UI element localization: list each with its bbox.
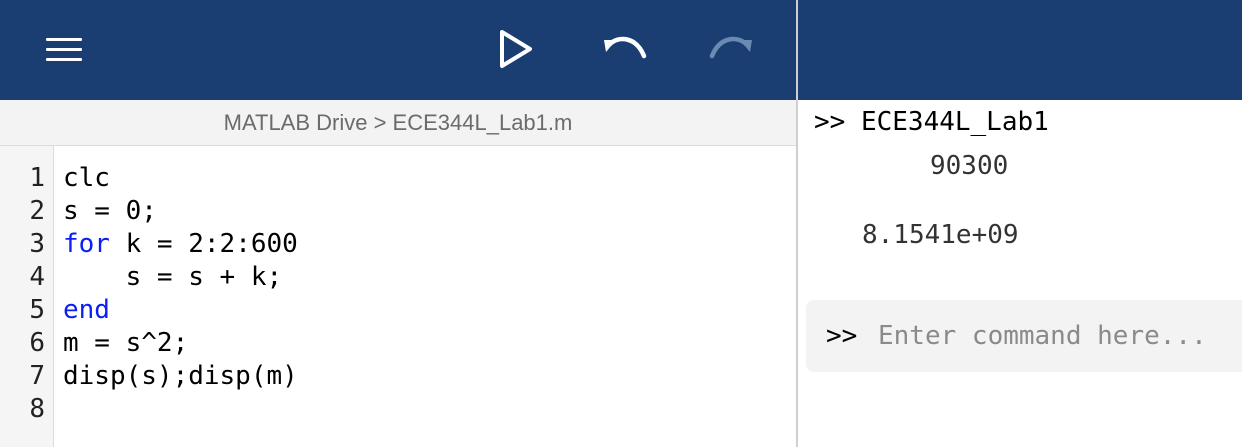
line-number: 7 (29, 361, 45, 391)
line-number: 8 (29, 394, 45, 424)
output-value: 8.1541e+09 (862, 220, 1019, 250)
line-number: 3 (29, 229, 45, 259)
code-line[interactable]: 2 s = 0; (0, 195, 796, 228)
line-number: 6 (29, 328, 45, 358)
code-text[interactable]: disp(s);disp(m) (63, 360, 298, 393)
code-text[interactable]: s = 0; (63, 195, 157, 228)
command-input[interactable] (878, 316, 1242, 356)
command-window: >> ECE344L_Lab1 90300 8.1541e+09 >> (798, 0, 1242, 447)
code-line[interactable]: 8 (0, 393, 796, 426)
keyword-end: end (63, 295, 110, 325)
code-line[interactable]: 4 s = s + k; (0, 261, 796, 294)
command-input-box[interactable]: >> (806, 300, 1242, 372)
command-prompt: >> (826, 321, 858, 351)
editor-pane: MATLAB Drive > ECE344L_Lab1.m 1 clc 2 s … (0, 0, 796, 447)
command-window-header (798, 0, 1242, 100)
executed-command: >> ECE344L_Lab1 (814, 107, 1049, 137)
code-text[interactable]: end (63, 294, 110, 327)
play-icon[interactable] (498, 29, 534, 69)
breadcrumb: MATLAB Drive > ECE344L_Lab1.m (0, 100, 796, 146)
code-text[interactable]: for k = 2:2:600 (63, 228, 298, 261)
code-text-rest: k = 2:2:600 (109, 229, 298, 259)
undo-icon[interactable] (602, 34, 648, 64)
editor-toolbar (0, 0, 796, 100)
keyword-for: for (63, 229, 110, 259)
code-text[interactable]: s = s + k; (63, 261, 283, 294)
code-line[interactable]: 1 clc (0, 162, 796, 195)
code-line[interactable]: 5 end (0, 294, 796, 327)
line-number: 1 (29, 163, 45, 193)
code-line[interactable]: 6 m = s^2; (0, 327, 796, 360)
code-editor[interactable]: 1 clc 2 s = 0; 3 for k = 2:2:600 4 s = s… (0, 146, 796, 447)
line-number: 2 (29, 196, 45, 226)
code-text[interactable]: m = s^2; (63, 327, 188, 360)
line-number: 4 (29, 262, 45, 292)
code-text[interactable]: clc (63, 162, 110, 195)
code-line[interactable]: 3 for k = 2:2:600 (0, 228, 796, 261)
redo-icon[interactable] (708, 34, 754, 64)
line-number: 5 (29, 295, 45, 325)
hamburger-menu-icon[interactable] (46, 36, 82, 62)
output-value: 90300 (930, 151, 1009, 181)
code-line[interactable]: 7 disp(s);disp(m) (0, 360, 796, 393)
